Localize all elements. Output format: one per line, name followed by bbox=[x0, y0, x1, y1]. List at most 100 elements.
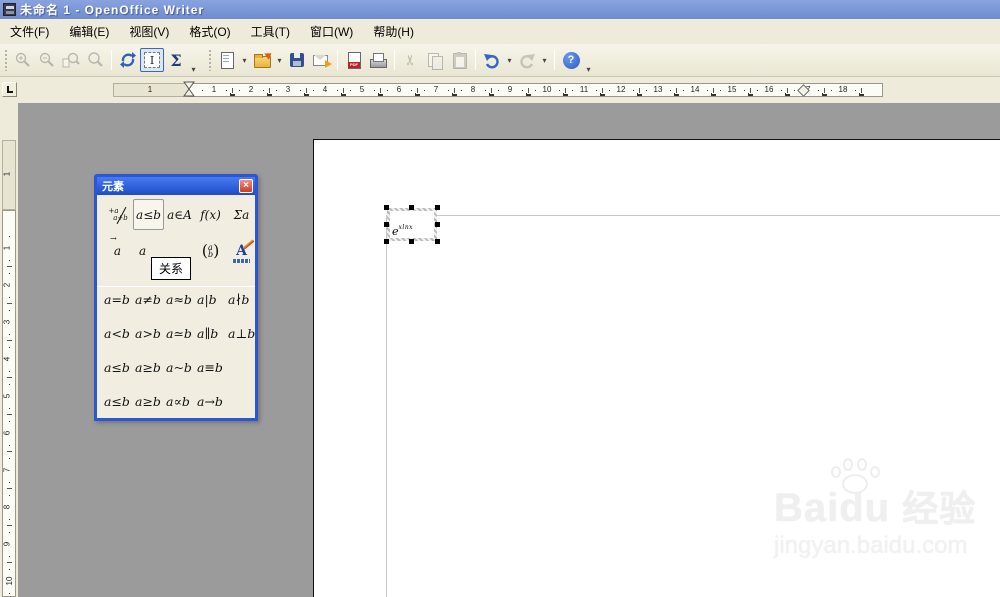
others-button[interactable]: A bbox=[226, 235, 257, 266]
watermark: Baidu 经验 jingyan.baidu.com bbox=[774, 458, 1000, 560]
toolbar-grip[interactable] bbox=[3, 49, 8, 71]
new-document-button[interactable] bbox=[215, 48, 239, 72]
save-button[interactable] bbox=[285, 48, 309, 72]
relation-item[interactable]: a→b bbox=[197, 394, 228, 409]
ruler-left-margin[interactable]: 1 bbox=[113, 83, 189, 97]
ruler-tick bbox=[485, 90, 486, 91]
printer-icon bbox=[369, 51, 387, 69]
selection-handle[interactable] bbox=[409, 205, 414, 210]
ruler-tick bbox=[596, 90, 597, 91]
ruler-scale[interactable]: 123456789101112131415161718 bbox=[188, 83, 883, 97]
formula-object-selected[interactable]: e xlnx bbox=[384, 205, 440, 244]
zoom-100-button[interactable] bbox=[59, 48, 83, 72]
ruler-tick bbox=[239, 90, 240, 91]
undo-dropdown[interactable]: ▾ bbox=[504, 56, 515, 65]
ruler-tick bbox=[226, 90, 227, 91]
functions-button[interactable]: f(x) bbox=[195, 199, 226, 230]
ruler-tick bbox=[794, 90, 795, 91]
scissors-icon: ✂ bbox=[402, 54, 419, 66]
vruler-scale[interactable]: 1 2 3 4 5 6 7 8 9 10 bbox=[2, 210, 16, 597]
relation-item[interactable]: a≤b bbox=[104, 360, 135, 375]
ruler-tick bbox=[633, 90, 634, 91]
selection-handle[interactable] bbox=[435, 239, 440, 244]
print-button[interactable] bbox=[366, 48, 390, 72]
cut-button[interactable]: ✂ bbox=[399, 48, 423, 72]
tab-stop-selector[interactable] bbox=[2, 82, 17, 97]
update-button[interactable] bbox=[116, 48, 140, 72]
operators-button[interactable]: Σa bbox=[226, 199, 257, 230]
attributes-button[interactable]: a → bbox=[102, 234, 133, 266]
help-button[interactable]: ? bbox=[559, 48, 583, 72]
ruler-tick bbox=[9, 556, 10, 557]
open-dropdown[interactable]: ▾ bbox=[274, 56, 285, 65]
relation-item[interactable]: a∥b bbox=[197, 326, 228, 341]
formula-cursor-button[interactable]: I bbox=[140, 48, 164, 72]
hruler-margin-number: 1 bbox=[147, 85, 153, 94]
selection-handle[interactable] bbox=[384, 222, 389, 227]
palette-titlebar[interactable]: 元素 × bbox=[97, 177, 255, 195]
menu-window[interactable]: 窗口(W) bbox=[300, 20, 363, 43]
zoom-in-button[interactable] bbox=[11, 48, 35, 72]
menu-format[interactable]: 格式(O) bbox=[179, 20, 240, 43]
undo-button[interactable] bbox=[480, 48, 504, 72]
menu-file[interactable]: 文件(F) bbox=[0, 20, 59, 43]
show-all-icon bbox=[88, 52, 103, 67]
selection-handle[interactable] bbox=[384, 205, 389, 210]
copy-button[interactable] bbox=[423, 48, 447, 72]
menu-help[interactable]: 帮助(H) bbox=[363, 20, 424, 43]
relation-item[interactable]: a≥b bbox=[135, 360, 166, 375]
email-button[interactable] bbox=[309, 48, 333, 72]
hruler-number: 2 bbox=[248, 85, 254, 94]
menu-view[interactable]: 视图(V) bbox=[119, 20, 179, 43]
export-pdf-button[interactable]: PDF bbox=[342, 48, 366, 72]
relation-item[interactable]: a=b bbox=[104, 292, 135, 307]
new-document-icon bbox=[218, 51, 236, 69]
paste-button[interactable] bbox=[447, 48, 471, 72]
selection-handle[interactable] bbox=[435, 205, 440, 210]
default-tabstop-mark bbox=[785, 93, 790, 96]
ruler-tick bbox=[9, 482, 10, 483]
relation-item[interactable]: a|b bbox=[197, 292, 228, 307]
zoom-out-button[interactable] bbox=[35, 48, 59, 72]
symbols-catalog-button[interactable]: Σ bbox=[164, 48, 188, 72]
indent-marker[interactable] bbox=[183, 81, 195, 97]
show-all-button[interactable] bbox=[83, 48, 107, 72]
relation-item[interactable]: a≥b bbox=[135, 394, 166, 409]
menu-tools[interactable]: 工具(T) bbox=[241, 20, 300, 43]
standard-toolbar-overflow[interactable]: ▾ bbox=[583, 65, 594, 76]
brackets-button[interactable]: ( ab ) bbox=[195, 235, 226, 266]
vruler-top-margin[interactable]: 1 bbox=[2, 140, 16, 210]
selection-handle[interactable] bbox=[435, 222, 440, 227]
set-operations-button[interactable]: a∈A bbox=[164, 199, 195, 230]
menu-edit[interactable]: 编辑(E) bbox=[59, 20, 119, 43]
relation-item[interactable]: a~b bbox=[166, 360, 197, 375]
selection-handle[interactable] bbox=[384, 239, 389, 244]
unary-binary-operators-button[interactable]: +a a+b bbox=[102, 199, 133, 230]
redo-dropdown[interactable]: ▾ bbox=[539, 56, 550, 65]
selection-handle[interactable] bbox=[409, 239, 414, 244]
document-page[interactable]: e xlnx Baidu 经验 jingyan.baidu.com bbox=[313, 139, 1000, 597]
relation-item[interactable]: a<b bbox=[104, 326, 135, 341]
hruler-number: 14 bbox=[690, 85, 700, 94]
relation-item[interactable]: a∝b bbox=[166, 394, 197, 409]
math-toolbar-overflow[interactable]: ▾ bbox=[188, 65, 199, 76]
window-titlebar[interactable]: 未命名 1 - OpenOffice Writer bbox=[0, 0, 1000, 19]
redo-button[interactable] bbox=[515, 48, 539, 72]
relation-item[interactable]: a≠b bbox=[135, 292, 166, 307]
toolbar-grip[interactable] bbox=[207, 49, 212, 71]
elements-palette-window[interactable]: 元素 × +a a+b a≤b a∈A f(x) Σa a → a (a b … bbox=[94, 174, 258, 421]
ruler-tick bbox=[263, 90, 264, 91]
ruler-tick bbox=[855, 90, 856, 91]
relations-button[interactable]: a≤b bbox=[133, 199, 164, 230]
ruler-tick bbox=[7, 414, 12, 415]
relation-item[interactable]: a⊥b bbox=[228, 326, 259, 341]
relation-item[interactable]: a>b bbox=[135, 326, 166, 341]
relation-item[interactable]: a≃b bbox=[166, 326, 197, 341]
relation-item[interactable]: a≈b bbox=[166, 292, 197, 307]
open-button[interactable] bbox=[250, 48, 274, 72]
relation-item[interactable]: a∤b bbox=[228, 292, 259, 307]
new-document-dropdown[interactable]: ▾ bbox=[239, 56, 250, 65]
relation-item[interactable]: a≡b bbox=[197, 360, 228, 375]
relation-item[interactable]: a≤b bbox=[104, 394, 135, 409]
palette-close-icon[interactable]: × bbox=[239, 179, 253, 193]
